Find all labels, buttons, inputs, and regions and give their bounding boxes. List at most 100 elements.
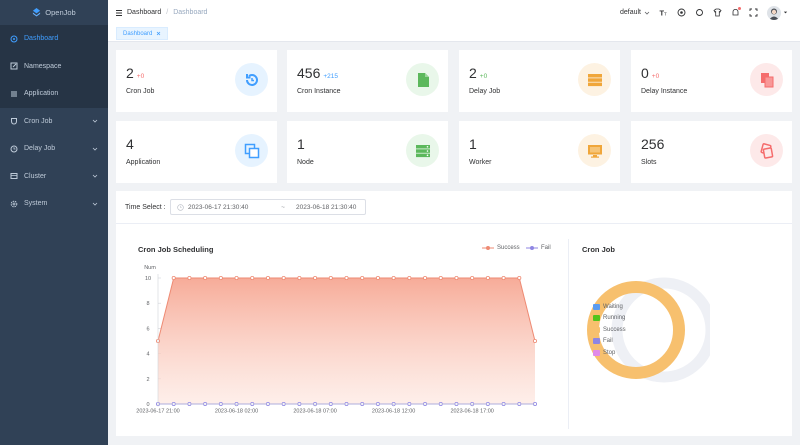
- copy-icon: [750, 63, 783, 96]
- data-point-success: [454, 275, 459, 280]
- legend-item-fail[interactable]: Fail: [526, 245, 551, 251]
- data-point-success: [532, 339, 537, 344]
- stat-delta: +0: [136, 73, 145, 80]
- stat-label: Application: [126, 159, 161, 166]
- legend-label: Stop: [603, 349, 616, 356]
- breadcrumb-item[interactable]: Dashboard: [127, 9, 161, 16]
- stat-label: Cron Job: [126, 88, 155, 95]
- sidebar-item-namespace[interactable]: Namespace: [0, 52, 108, 80]
- legend-label: Running: [603, 315, 626, 322]
- sidebar-item-delay-job[interactable]: Delay Job: [0, 135, 108, 163]
- github-icon[interactable]: [677, 8, 686, 17]
- stat-card-slots[interactable]: 256 Slots: [631, 121, 792, 183]
- legend-swatch: [593, 315, 600, 322]
- server-icon: [406, 134, 439, 167]
- close-icon[interactable]: [156, 31, 161, 36]
- stat-card-node[interactable]: 1 Node: [287, 121, 448, 183]
- pie-chart-title: Cron Job: [582, 245, 615, 254]
- legend-item-fail[interactable]: Fail: [593, 336, 626, 348]
- stat-card-cron-instance[interactable]: 456 +215 Cron Instance: [287, 50, 448, 112]
- data-point-success: [218, 275, 223, 280]
- caret-down-icon: [783, 11, 788, 14]
- time-range-end[interactable]: 2023-06-18 21:30:40: [296, 204, 356, 211]
- legend-swatch-success: [482, 246, 494, 250]
- legend-label: Success: [603, 326, 626, 333]
- stat-card-delay-instance[interactable]: 0 +0 Delay Instance: [631, 50, 792, 112]
- legend-swatch: [593, 326, 600, 333]
- sidebar-item-label: Namespace: [24, 62, 62, 70]
- app-logo[interactable]: OpenJob: [0, 0, 108, 25]
- x-tick-label: 2023-06-18 17:00: [450, 409, 493, 415]
- legend-label: Fail: [541, 245, 551, 251]
- stat-value: 2: [126, 65, 134, 81]
- time-range-separator: ~: [281, 203, 285, 211]
- stat-card-application[interactable]: 4 Application: [116, 121, 277, 183]
- stat-card-worker[interactable]: 1 Worker: [459, 121, 620, 183]
- monitor-icon: [578, 134, 611, 167]
- chevron-down-icon: [92, 119, 98, 123]
- data-point-success: [517, 275, 522, 280]
- header-actions: default TT: [620, 0, 788, 25]
- time-range-start[interactable]: 2023-06-17 21:30:40: [188, 204, 270, 211]
- data-point-success: [265, 275, 270, 280]
- sidebar-item-label: Dashboard: [24, 35, 59, 43]
- sidebar-item-label: Delay Job: [24, 145, 56, 153]
- x-tick-label: 2023-06-17 21:00: [136, 409, 179, 415]
- stat-card-delay-job[interactable]: 2 +0 Delay Job: [459, 50, 620, 112]
- app-name: OpenJob: [45, 8, 76, 17]
- sidebar-item-cluster[interactable]: Cluster: [0, 163, 108, 191]
- legend-label: Fail: [603, 338, 613, 345]
- sidebar-item-label: System: [24, 200, 48, 208]
- sidebar-item-label: Application: [24, 90, 59, 98]
- fullscreen-icon[interactable]: [749, 8, 758, 17]
- legend-item-stop[interactable]: Stop: [593, 347, 626, 359]
- slots-icon: [750, 134, 783, 167]
- data-point-success: [313, 275, 318, 280]
- sidebar-item-application[interactable]: Application: [0, 80, 108, 108]
- cron-job-scheduling-chart: 0 2 4 6 8 10 Num 2023-06-17 21:00 2023-06-18 02:…: [136, 265, 537, 415]
- y-tick-label: 0: [146, 402, 149, 408]
- y-tick-label: 10: [145, 276, 151, 282]
- stat-delta: +0: [479, 73, 488, 80]
- stat-delta: +215: [323, 73, 339, 80]
- notification-icon[interactable]: [731, 7, 741, 17]
- theme-icon[interactable]: [713, 8, 722, 17]
- chevron-down-icon: [644, 11, 650, 15]
- sidebar-item-system[interactable]: System: [0, 190, 108, 218]
- stat-label: Slots: [641, 159, 657, 166]
- chart-area-layer: [158, 278, 535, 404]
- tag-dashboard[interactable]: Dashboard: [116, 27, 169, 40]
- data-point-success: [501, 275, 506, 280]
- sidebar-item-dashboard[interactable]: Dashboard: [0, 25, 108, 53]
- legend-item-running[interactable]: Running: [593, 313, 626, 325]
- y-tick-label: 4: [146, 352, 149, 358]
- stat-label: Node: [297, 159, 314, 166]
- data-point-success: [438, 275, 443, 280]
- font-size-icon[interactable]: TT: [659, 8, 668, 18]
- data-point-success: [375, 275, 380, 280]
- y-axis-label: Num: [144, 265, 156, 271]
- stat-card-cron-job[interactable]: 2 +0 Cron Job: [116, 50, 277, 112]
- namespace-select[interactable]: default: [620, 9, 650, 16]
- legend-item-success[interactable]: Success: [482, 245, 520, 251]
- sidebar-item-label: Cluster: [24, 172, 47, 180]
- legend-item-waiting[interactable]: Waiting: [593, 301, 626, 313]
- stat-value: 1: [469, 136, 477, 152]
- data-point-success: [234, 275, 239, 280]
- sidebar-item-label: Cron Job: [24, 117, 53, 125]
- stat-label: Delay Instance: [641, 88, 688, 95]
- time-range-picker[interactable]: 2023-06-17 21:30:40 ~ 2023-06-18 21:30:4…: [170, 199, 366, 215]
- stat-value: 1: [297, 136, 305, 152]
- sidebar-item-cron-job[interactable]: Cron Job: [0, 108, 108, 136]
- legend-swatch: [593, 338, 600, 345]
- top-navbar: Dashboard / Dashboard default TT: [108, 0, 800, 25]
- data-point-success: [470, 275, 475, 280]
- hamburger-icon[interactable]: [115, 9, 123, 17]
- stat-value: 2: [469, 65, 477, 81]
- x-tick-label: 2023-06-18 07:00: [293, 409, 336, 415]
- divider: [116, 223, 792, 224]
- legend-item-success[interactable]: Success: [593, 324, 626, 336]
- search-icon[interactable]: [695, 8, 704, 17]
- data-point-success: [250, 275, 255, 280]
- user-menu[interactable]: [767, 5, 788, 20]
